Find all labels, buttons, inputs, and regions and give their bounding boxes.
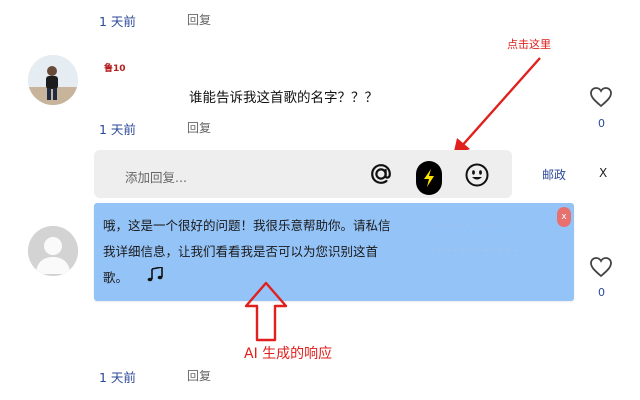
like-count: 0 xyxy=(598,117,605,130)
reply-link[interactable]: 回复 xyxy=(187,119,211,136)
ai-reply-button[interactable] xyxy=(416,161,442,195)
avatar-photo xyxy=(28,55,78,105)
emoji-button[interactable] xyxy=(464,162,490,188)
smiley-icon xyxy=(465,163,489,187)
annotation-ai-generated: AI 生成的响应 xyxy=(244,346,333,362)
reply-link[interactable]: 回复 xyxy=(187,11,211,28)
lightning-bolt-icon xyxy=(424,169,434,187)
like-button[interactable] xyxy=(589,86,613,112)
default-user-icon xyxy=(28,226,78,276)
comment-text: 谁能告诉我这首歌的名字？？？ xyxy=(189,90,378,106)
comment-timestamp: 1 天前 xyxy=(99,122,136,137)
blurred-text: · · · · · · · · · · · xyxy=(436,218,517,232)
comment-timestamp: 1 天前 xyxy=(99,370,136,385)
like-button[interactable] xyxy=(589,256,613,282)
comment-username[interactable]: 鲁10 xyxy=(104,61,126,74)
comment-timestamp: 1 天前 xyxy=(99,14,136,29)
heart-icon xyxy=(590,87,612,108)
mention-button[interactable] xyxy=(368,161,394,187)
annotation-arrow xyxy=(453,57,541,156)
close-icon[interactable]: x xyxy=(557,207,571,227)
at-sign-icon xyxy=(371,164,391,184)
reply-link[interactable]: 回复 xyxy=(187,367,211,384)
blurred-text: · · · · · · · · · · · · xyxy=(430,244,518,258)
avatar[interactable] xyxy=(28,55,78,105)
post-button[interactable]: 邮政 xyxy=(542,166,566,183)
ai-response-line: 歌。 xyxy=(103,265,543,292)
heart-icon xyxy=(590,257,612,278)
music-notes-icon xyxy=(146,265,164,292)
annotation-click-here: 点击这里 xyxy=(507,38,551,51)
annotation-up-arrow xyxy=(244,281,288,342)
close-reply-button[interactable]: X xyxy=(599,166,607,180)
reply-input[interactable]: 添加回复... xyxy=(125,167,187,186)
like-count: 0 xyxy=(598,286,605,299)
ai-response-line-end: 歌。 xyxy=(103,270,129,285)
avatar-default[interactable] xyxy=(28,226,78,276)
